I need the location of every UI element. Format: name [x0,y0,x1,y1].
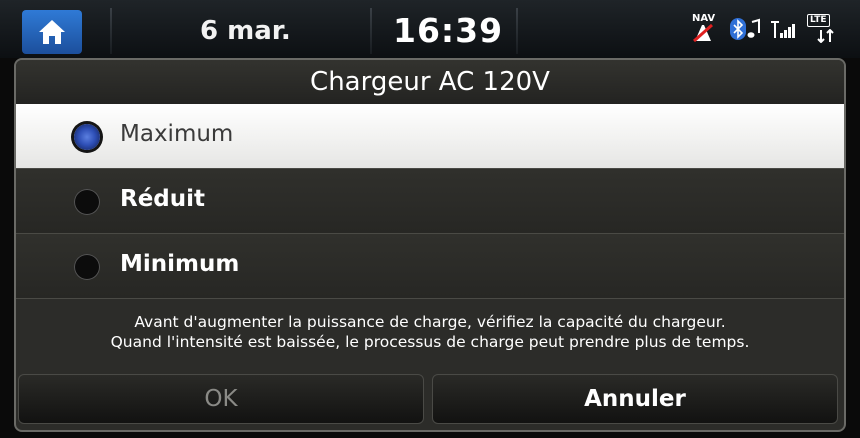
option-maximum[interactable]: Maximum [16,104,844,169]
option-minimum[interactable]: Minimum [16,234,844,299]
lte-icon: LTE [807,14,837,44]
charger-dialog: Chargeur AC 120V Maximum Réduit Minimum … [14,58,846,432]
charge-note: Avant d'augmenter la puissance de charge… [16,312,844,352]
home-button[interactable] [22,10,82,54]
cancel-button[interactable]: Annuler [432,374,838,424]
status-divider [370,8,372,54]
radio-selected-icon[interactable] [74,124,100,150]
home-icon [39,20,65,44]
status-divider [110,8,112,54]
status-divider [516,8,518,54]
status-bar: 6 mar. 16:39 NAV LTE [0,0,860,58]
dialog-title: Chargeur AC 120V [16,60,844,105]
lte-label: LTE [807,14,830,27]
option-label: Minimum [120,251,240,277]
nav-off-icon: NAV [692,13,720,43]
radio-unselected-icon[interactable] [74,254,100,280]
status-clock: 16:39 [393,11,504,50]
signal-icon [771,18,797,40]
status-date: 6 mar. [200,16,291,46]
option-label: Réduit [120,186,206,212]
bluetooth-audio-icon [730,18,761,40]
note-line-2: Quand l'intensité est baissée, le proces… [110,333,750,351]
note-line-1: Avant d'augmenter la puissance de charge… [134,313,726,331]
ok-button[interactable]: OK [18,374,424,424]
option-label: Maximum [120,121,234,147]
radio-unselected-icon[interactable] [74,189,100,215]
option-reduit[interactable]: Réduit [16,169,844,234]
status-icons: NAV LTE [692,13,837,44]
